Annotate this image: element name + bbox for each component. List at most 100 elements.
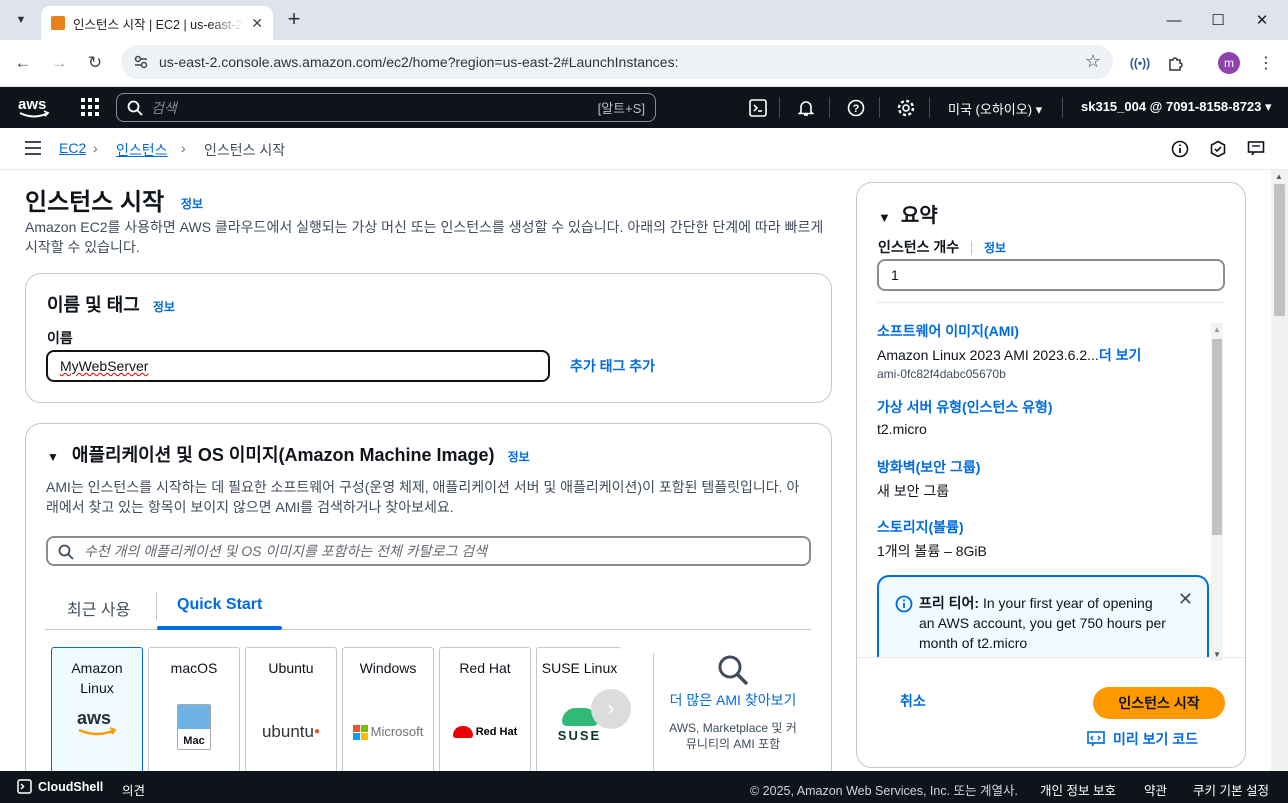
name-tags-info-link[interactable]: 정보 [153,300,175,314]
address-bar[interactable]: us-east-2.console.aws.amazon.com/ec2/hom… [121,45,1113,79]
settings-gear-icon[interactable] [896,98,916,118]
browse-more-link[interactable]: 더 많은 AMI 찾아보기 [666,690,800,710]
browser-tab[interactable]: 인스턴스 시작 | EC2 | us-east-2 ✕ [41,6,273,40]
tab-quick-start[interactable]: Quick Start [177,596,262,614]
launch-instance-button[interactable]: 인스턴스 시작 [1093,687,1225,719]
minimize-button[interactable]: — [1154,8,1194,32]
profile-avatar[interactable]: m [1218,52,1240,74]
os-tile-windows[interactable]: Windows Microsoft [342,647,434,771]
breadcrumb-ec2[interactable]: EC2 [59,140,86,156]
new-tab-button[interactable]: + [282,6,306,32]
region-selector[interactable]: 미국 (오하이오) ▾ [948,99,1042,118]
aws-search-input[interactable]: 검색 [알트+S] [116,93,656,122]
browser-tab-strip: ▼ 인스턴스 시작 | EC2 | us-east-2 ✕ + — ☐ ✕ [0,0,1288,40]
active-tab-indicator [157,626,282,630]
summary-storage-value: 1개의 볼륨 – 8GiB [877,543,987,559]
collapse-caret-icon[interactable]: ▼ [878,210,891,225]
ami-search-input[interactable]: 수천 개의 애플리케이션 및 OS 이미지를 포함하는 전체 카탈로그 검색 [46,536,811,566]
cloudshell-icon[interactable] [748,98,768,118]
summary-instance-type-title[interactable]: 가상 서버 유형(인스턴스 유형) [877,397,1053,417]
breadcrumb-instances[interactable]: 인스턴스 [116,140,168,160]
cancel-button[interactable]: 취소 [900,691,926,711]
info-icon [895,595,913,613]
os-tile-label: Windows [359,660,417,676]
red-hat-logo-icon: Red Hat [440,722,530,742]
security-shield-icon[interactable] [1208,139,1228,159]
carousel-next-button[interactable]: › [591,689,631,729]
os-tile-amazon-linux[interactable]: Amazon Linux aws [51,647,143,771]
page-scrollbar[interactable]: ▲ [1271,170,1288,771]
back-button[interactable]: ← [10,50,36,76]
window-close-button[interactable]: ✕ [1242,8,1282,32]
summary-scrollbar[interactable]: ▲ ▼ [1211,323,1223,661]
console-footer: CloudShell 의견 © 2025, Amazon Web Service… [0,771,1288,803]
summary-panel: ▼ 요약 인스턴스 개수 정보 1 소프트웨어 이미지(AMI) Amazon L… [856,182,1246,768]
privacy-link[interactable]: 개인 정보 보호 [1040,780,1116,799]
browse-more-subtext: AWS, Marketplace 및 커뮤니티의 AMI 포함 [669,721,797,751]
ami-title: ▼ 애플리케이션 및 OS 이미지(Amazon Machine Image) … [47,441,530,467]
side-nav-menu-icon[interactable] [25,141,41,155]
search-icon [127,100,143,116]
tab-recent[interactable]: 최근 사용 [67,596,130,620]
summary-ami-value: Amazon Linux 2023 AMI 2023.6.2... [877,347,1099,363]
info-panel-icon[interactable] [1170,139,1190,159]
preview-code-button[interactable]: 미리 보기 코드 [1087,729,1198,749]
account-menu[interactable]: sk315_004 @ 7091-8158-8723 ▾ [1081,99,1272,115]
page-title-text: 인스턴스 시작 [25,189,165,216]
cloudshell-icon [17,779,32,794]
summary-firewall-title[interactable]: 방화벽(보안 그룹) [877,457,980,477]
summary-firewall-value: 새 보안 그룹 [877,483,950,499]
free-tier-label: 프리 티어: [919,595,980,611]
name-label: 이름 [47,330,73,346]
puzzle-extensions-icon[interactable] [1165,52,1187,74]
os-tile-label: SUSE Linux [541,660,618,676]
search-shortcut: [알트+S] [597,101,645,116]
tab-search-chevron-icon[interactable]: ▼ [8,8,34,32]
summary-ami-id: ami-0fc82f4dabc05670b [877,367,1006,381]
site-settings-icon[interactable] [133,54,149,70]
cloudshell-button[interactable]: CloudShell [17,779,103,794]
chrome-menu-icon[interactable]: ⋮ [1255,52,1277,74]
os-tile-label: Amazon Linux [71,660,123,696]
tab-title: 인스턴스 시작 | EC2 | us-east-2 [73,17,243,32]
name-input-value: MyWebServer [60,358,149,374]
close-tab-icon[interactable]: ✕ [251,15,263,32]
services-grid-icon[interactable] [81,98,99,116]
close-alert-icon[interactable]: ✕ [1178,589,1193,609]
ami-tabs: 최근 사용 Quick Start [45,582,811,630]
maximize-button[interactable]: ☐ [1198,8,1238,32]
main-content: 인스턴스 시작 정보 Amazon EC2를 사용하면 AWS 클라우드에서 실… [0,170,1288,771]
name-input[interactable]: MyWebServer [46,350,550,382]
magnifier-icon [718,655,749,686]
os-tile-label: macOS [170,660,218,676]
instance-count-info-link[interactable]: 정보 [984,241,1006,255]
os-tile-red-hat[interactable]: Red Hat Red Hat [439,647,531,771]
instance-count-input[interactable]: 1 [877,259,1225,291]
summary-storage-title[interactable]: 스토리지(볼륨) [877,517,987,537]
feedback-link[interactable]: 의견 [122,780,145,799]
aws-logo-icon[interactable]: aws [17,93,51,121]
breadcrumb-current: 인스턴스 시작 [204,142,286,158]
notifications-bell-icon[interactable] [796,98,816,118]
terms-link[interactable]: 약관 [1144,780,1167,799]
summary-ami-title[interactable]: 소프트웨어 이미지(AMI) [877,323,1217,341]
browse-more-amis[interactable]: 더 많은 AMI 찾아보기 AWS, Marketplace 및 커뮤니티의 A… [666,653,800,752]
os-tile-macos[interactable]: macOS Mac [148,647,240,771]
add-tags-link[interactable]: 추가 태그 추가 [570,356,655,376]
os-tile-ubuntu[interactable]: Ubuntu ubuntu● [245,647,337,771]
aws-favicon-icon [51,16,65,30]
copyright-text: © 2025, Amazon Web Services, Inc. 또는 계열사… [750,784,1018,798]
cookie-preferences-link[interactable]: 쿠키 기본 설정 [1193,780,1269,799]
extension-icon[interactable]: ((•)) [1129,52,1151,74]
bookmark-star-icon[interactable]: ☆ [1085,51,1101,72]
forward-button[interactable]: → [46,50,72,76]
page-info-link[interactable]: 정보 [181,197,203,211]
collapse-caret-icon[interactable]: ▼ [47,450,59,464]
ami-info-link[interactable]: 정보 [508,450,530,464]
preview-code-label: 미리 보기 코드 [1113,731,1199,747]
help-icon[interactable]: ? [846,98,866,118]
reload-button[interactable]: ↻ [82,50,108,76]
page-title: 인스턴스 시작 정보 [25,182,203,217]
summary-ami-more-link[interactable]: 더 보기 [1099,347,1142,363]
feedback-panel-icon[interactable] [1246,139,1266,159]
